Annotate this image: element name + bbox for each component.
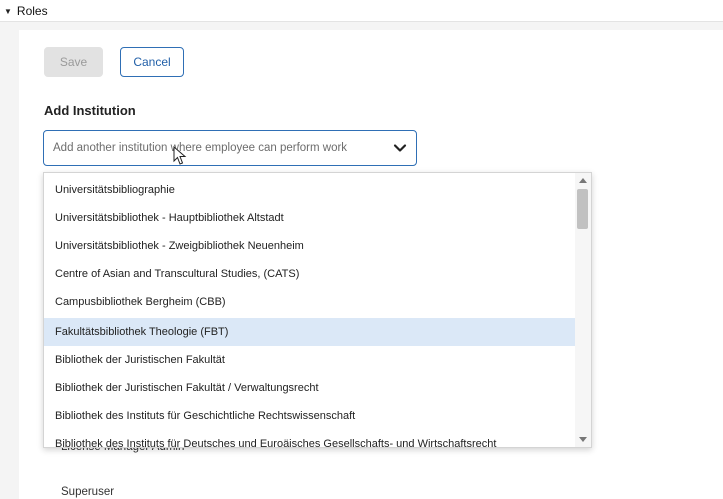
dropdown-option[interactable]: Universitätsbibliothek - Zweigbibliothek… [44,232,576,260]
role-item-superuser[interactable]: Superuser [61,486,114,498]
dropdown-option[interactable]: Centre of Asian and Transcultural Studie… [44,260,576,288]
dropdown-option-highlighted[interactable]: Fakultätsbibliothek Theologie (FBT) [44,318,576,346]
caret-down-icon: ▼ [4,6,12,16]
roles-section-toggle[interactable]: ▼ Roles [0,0,723,22]
dropdown-option[interactable]: Bibliothek des Instituts für Geschichtli… [44,402,576,430]
dropdown-option[interactable]: Bibliothek des Instituts für Deutsches u… [44,430,576,447]
roles-section-title: Roles [16,3,48,18]
dropdown-option[interactable]: Universitätsbibliothek - Hauptbibliothek… [44,204,576,232]
add-institution-title: Add Institution [44,103,136,118]
dropdown-option[interactable]: Universitätsbibliographie [44,176,576,204]
scroll-up-icon[interactable] [579,178,587,183]
scrollbar-thumb[interactable] [577,189,588,229]
cancel-button[interactable]: Cancel [120,47,184,77]
dropdown-option[interactable]: Bibliothek der Juristischen Fakultät [44,346,576,374]
dropdown-option[interactable]: Bibliothek der Juristischen Fakultät / V… [44,374,576,402]
mouse-pointer-icon [173,146,187,165]
dropdown-scrollbar[interactable] [575,173,591,447]
save-button[interactable]: Save [44,47,103,77]
institution-select[interactable]: Add another institution where employee c… [43,130,417,166]
institution-dropdown-list: Universitätsbibliographie Universitätsbi… [43,172,592,448]
chevron-down-icon[interactable] [393,141,407,155]
scroll-down-icon[interactable] [579,437,587,442]
dropdown-option[interactable]: Campusbibliothek Bergheim (CBB) [44,288,576,316]
institution-select-placeholder: Add another institution where employee c… [53,142,348,154]
